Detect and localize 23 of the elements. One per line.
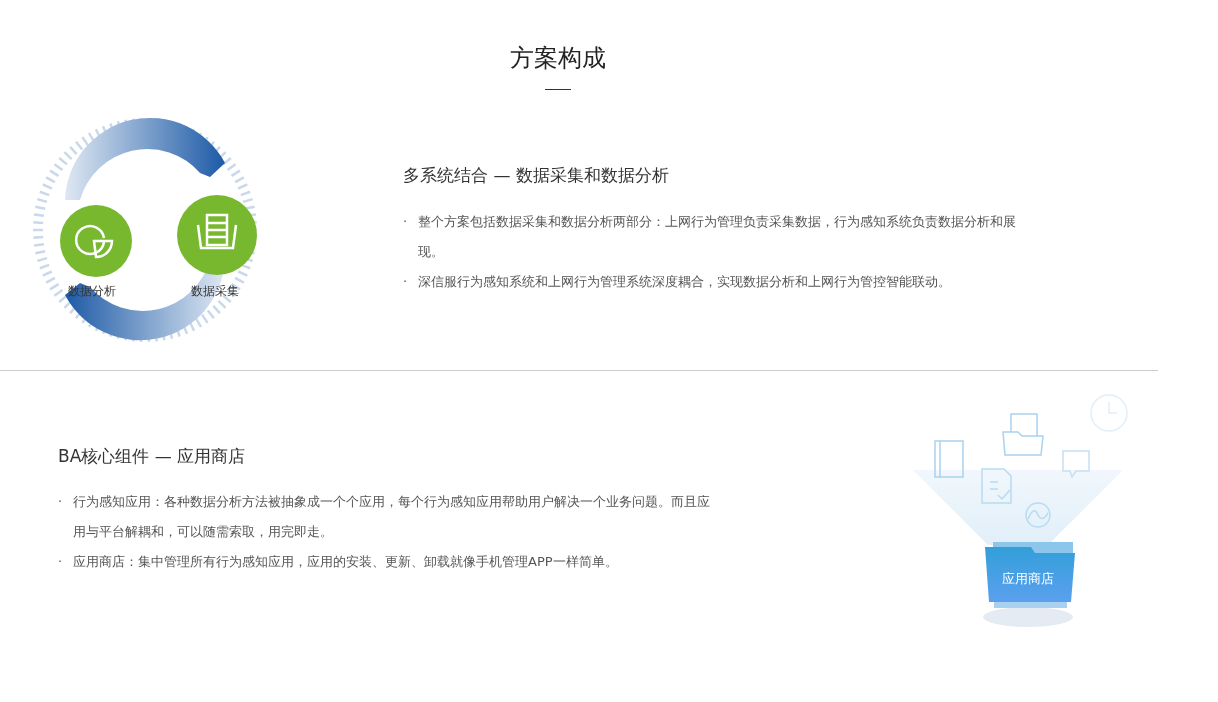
bullet: · [58, 553, 64, 572]
bullet-text: 应用商店：集中管理所有行为感知应用，应用的安装、更新、卸载就像手机管理APP一样简单。 [73, 553, 618, 572]
node-label: 数据分析 [68, 282, 116, 300]
clock-icon [1090, 394, 1128, 433]
folder-icon [1002, 413, 1044, 457]
checklist-icon [981, 468, 1012, 505]
book-icon [934, 440, 964, 479]
node-label: 数据采集 [191, 282, 239, 300]
bullet: · [403, 272, 409, 291]
bullet-text: 深信服行为感知系统和上网行为管理系统深度耦合，实现数据分析和上网行为管控智能联动。 [418, 272, 951, 291]
document-stack-icon [177, 194, 257, 275]
page-title: 方案构成 [509, 43, 607, 73]
arrow-icon [65, 117, 225, 200]
chart-icon [1025, 502, 1051, 529]
section-heading: BA核心组件 — 应用商店 [58, 444, 247, 468]
folder-label: 应用商店 [1002, 570, 1054, 589]
pie-chart-icon [60, 204, 132, 277]
bullet: · [403, 212, 409, 231]
bullet-text: 整个方案包括数据采集和数据分析两部分：上网行为管理负责采集数据，行为感知系统负责数据分析和展现。 [418, 212, 1017, 261]
section-heading: 多系统结合 — 数据采集和数据分析 [403, 164, 670, 188]
bullet: · [58, 493, 64, 512]
chat-bubble-icon [1062, 450, 1090, 479]
bullet-text: 行为感知应用：各种数据分析方法被抽象成一个个应用，每个行为感知应用帮助用户解决一个业务问题。而且应用与平台解耦和，可以随需索取，用完即走。 [73, 493, 711, 542]
